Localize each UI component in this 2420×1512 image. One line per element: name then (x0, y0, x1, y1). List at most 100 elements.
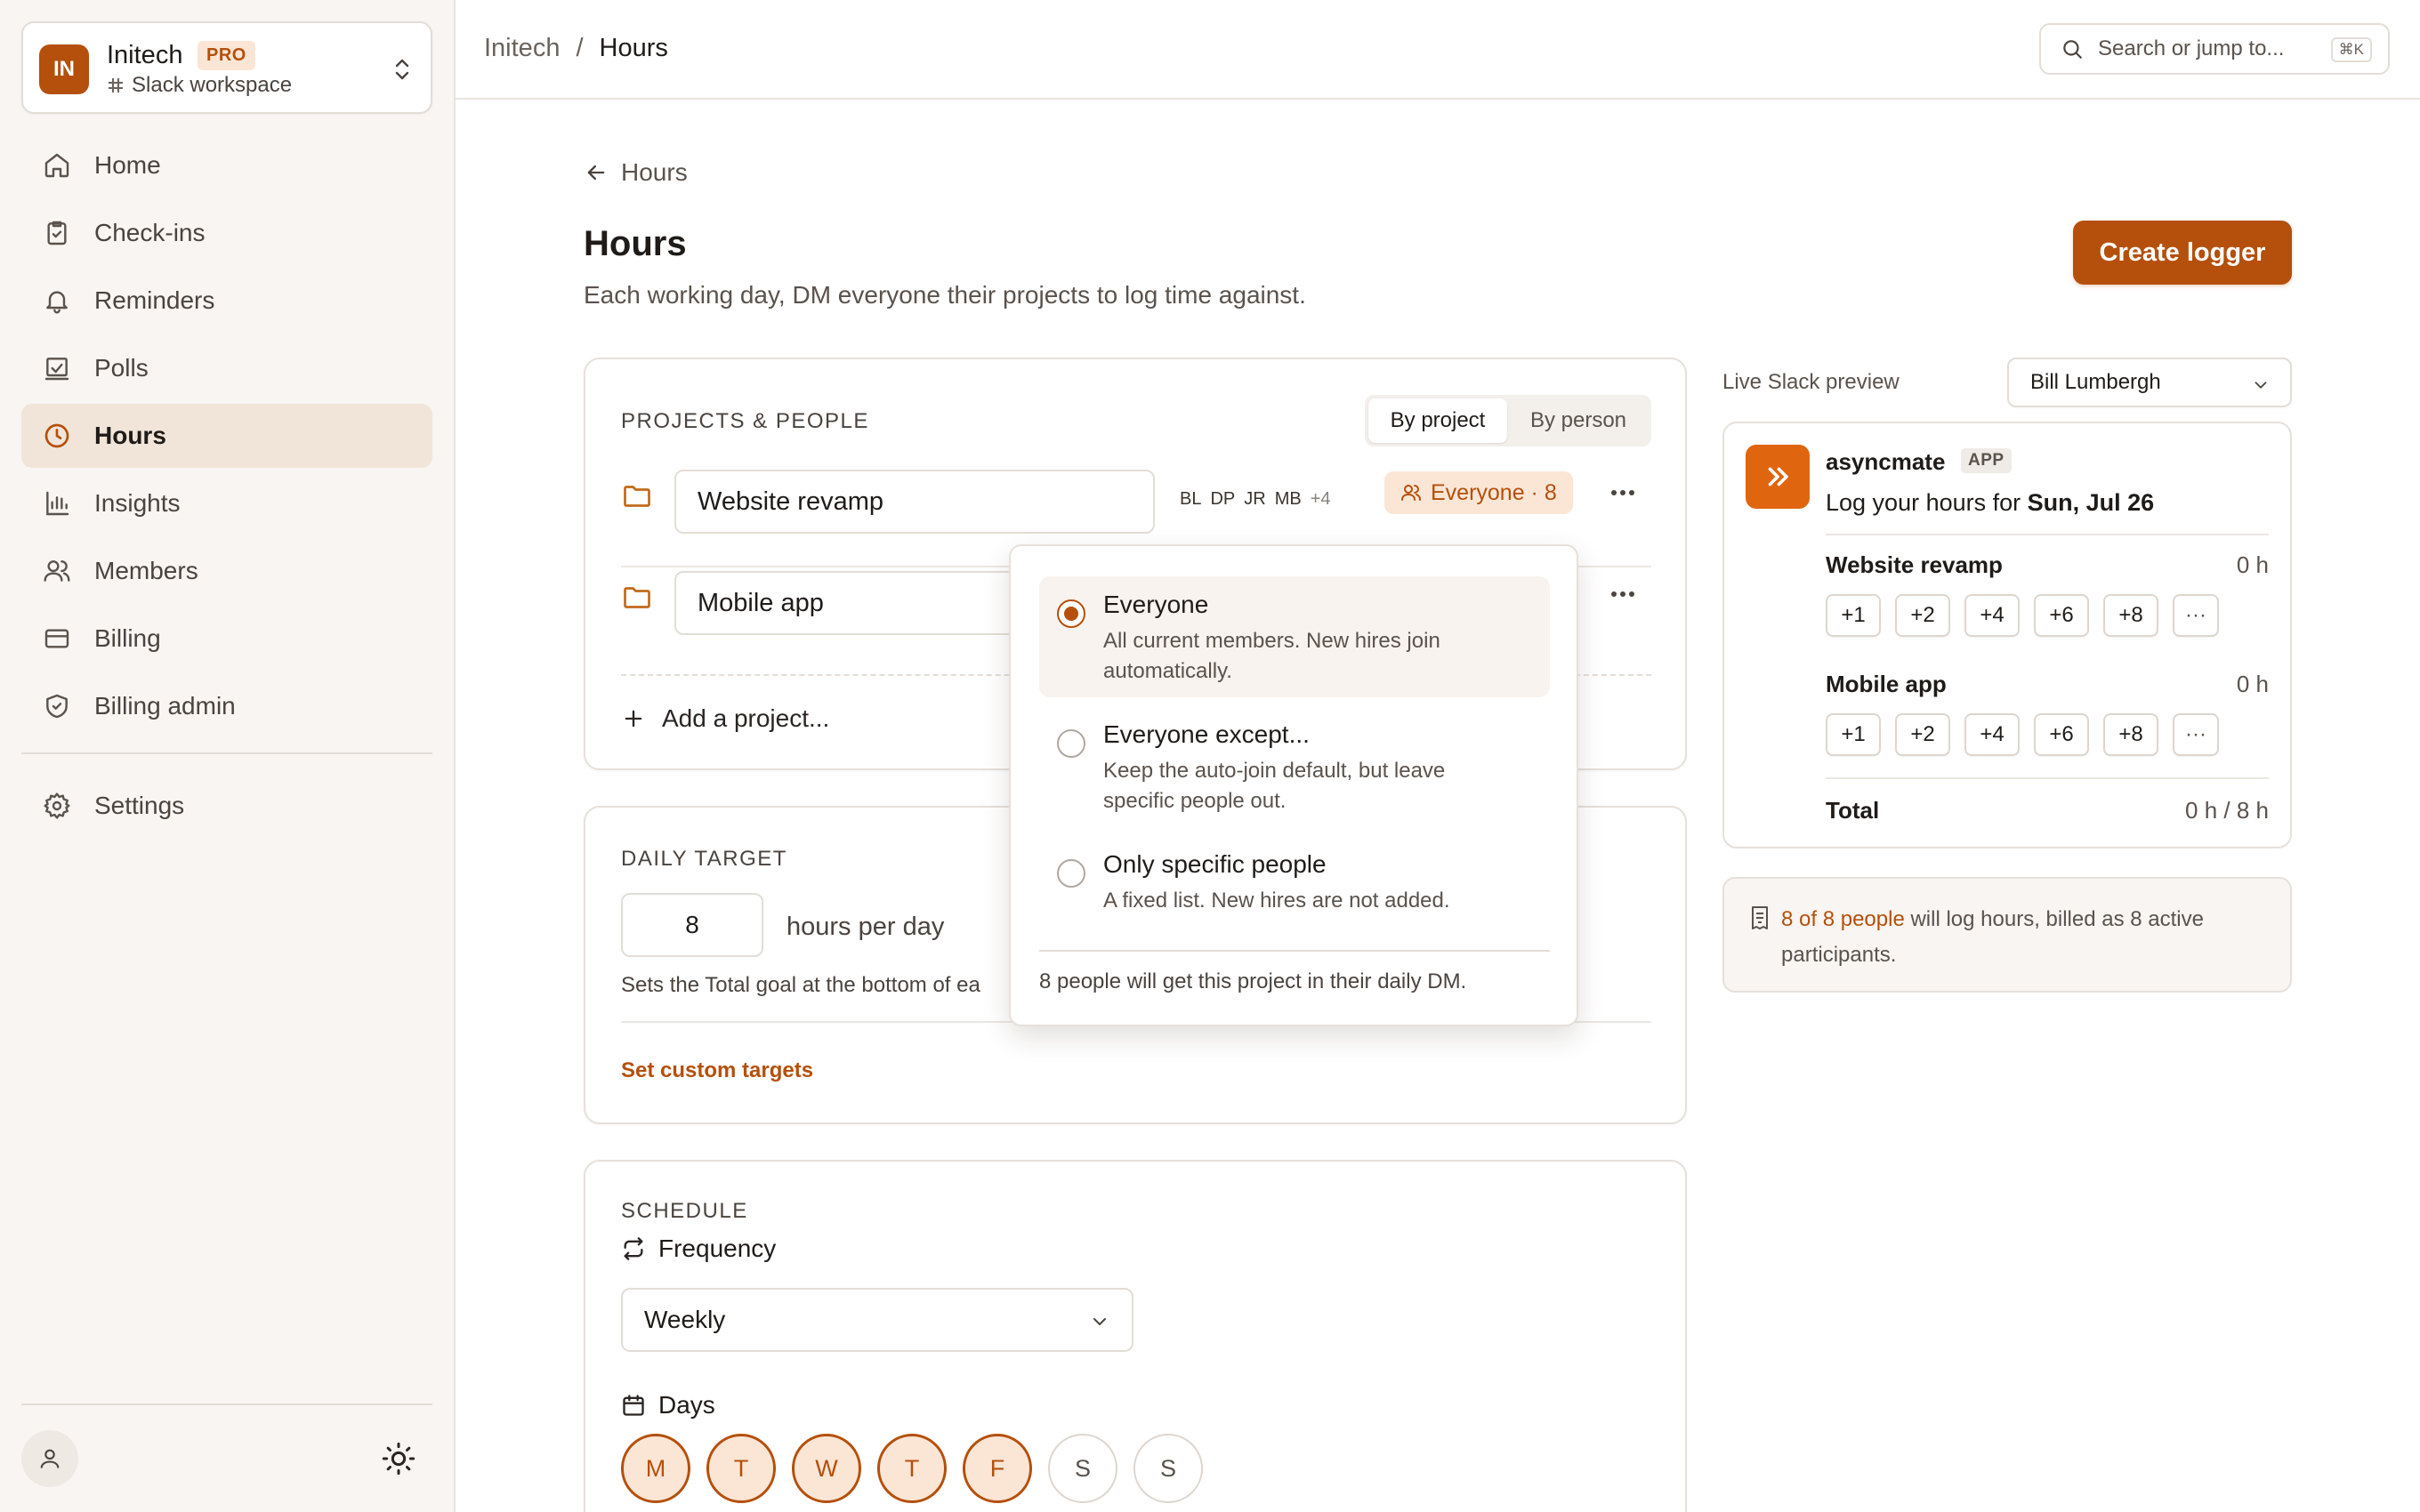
search-placeholder: Search or jump to... (2098, 36, 2285, 60)
sidebar-item-billing[interactable]: Billing (21, 607, 432, 671)
radio-selected[interactable] (1057, 599, 1085, 628)
sidebar-item-home[interactable]: Home (21, 133, 432, 197)
preview-project-name: Website revamp (1826, 551, 2003, 578)
hour-chip-more[interactable]: ··· (2173, 713, 2219, 756)
chevrons-right-icon (1768, 467, 1788, 487)
hour-chip[interactable]: +1 (1826, 713, 1881, 756)
create-logger-button[interactable]: Create logger (2073, 221, 2292, 285)
preview-person-select[interactable]: Bill Lumbergh (2007, 358, 2292, 407)
audience-option-everyone-except[interactable]: Everyone except... Keep the auto-join de… (1039, 706, 1550, 827)
set-custom-targets-link[interactable]: Set custom targets (621, 1058, 813, 1083)
breadcrumb-current: Hours (599, 34, 668, 62)
slack-icon (107, 76, 125, 94)
billing-note-text: 8 of 8 people will log hours, billed as … (1781, 902, 2271, 973)
toggle-by-person[interactable]: By person (1509, 398, 1648, 443)
back-link[interactable]: Hours (584, 158, 688, 187)
preview-divider (1826, 777, 2269, 779)
project-name-input[interactable]: Website revamp (674, 470, 1155, 534)
hour-chip-row: +1 +2 +4 +6 +8 ··· (1826, 713, 2219, 756)
avatar[interactable] (21, 1430, 78, 1487)
option-title: Everyone except... (1103, 720, 1310, 748)
more-icon[interactable] (1609, 589, 1637, 599)
radio-unselected[interactable] (1057, 729, 1085, 758)
preview-message: Log your hours for Sun, Jul 26 (1826, 489, 2154, 517)
sidebar-item-members[interactable]: Members (21, 539, 432, 603)
workspace-name: Initech (107, 41, 183, 69)
sidebar-item-label: Check-ins (94, 219, 206, 246)
radio-unselected[interactable] (1057, 859, 1085, 888)
hour-chip[interactable]: +8 (2103, 713, 2158, 756)
poll-icon (41, 352, 73, 384)
day-picker: M T W T F S S (621, 1434, 1203, 1503)
audience-option-specific-people[interactable]: Only specific people A fixed list. New h… (1039, 836, 1550, 934)
sun-icon[interactable] (381, 1441, 416, 1476)
sidebar-item-label: Hours (94, 422, 166, 449)
daily-hours-input[interactable]: 8 (621, 893, 763, 957)
project-member-avatars[interactable]: BL DP JR MB +4 (1180, 489, 1331, 510)
view-toggle: By project By person (1365, 395, 1651, 446)
day-toggle-thu[interactable]: T (877, 1434, 947, 1503)
sidebar-item-settings[interactable]: Settings (21, 774, 432, 838)
search-input[interactable]: Search or jump to... ⌘K (2039, 23, 2390, 75)
workspace-subtitle: Slack workspace (107, 73, 292, 98)
folder-icon (621, 480, 653, 512)
hour-chip[interactable]: +8 (2103, 594, 2158, 637)
sidebar-item-hours[interactable]: Hours (21, 404, 432, 468)
schedule-card: SCHEDULE Frequency Weekly Days M T W T F… (584, 1160, 1687, 1512)
add-project-button[interactable]: Add a project... (621, 704, 829, 733)
billing-note-highlight[interactable]: 8 of 8 people (1781, 907, 1905, 931)
shield-icon (41, 690, 73, 722)
day-toggle-sat[interactable]: S (1048, 1434, 1117, 1503)
section-label: SCHEDULE (621, 1199, 748, 1223)
day-toggle-wed[interactable]: W (792, 1434, 861, 1503)
sidebar: IN Initech PRO Slack workspace Home Chec… (0, 0, 456, 1512)
day-toggle-mon[interactable]: M (621, 1434, 690, 1503)
audience-option-everyone[interactable]: Everyone All current members. New hires … (1039, 576, 1550, 697)
day-toggle-sun[interactable]: S (1133, 1434, 1203, 1503)
hour-chip-more[interactable]: ··· (2173, 594, 2219, 637)
day-toggle-fri[interactable]: F (963, 1434, 1032, 1503)
clock-icon (41, 420, 73, 452)
audience-button[interactable]: Everyone · 8 (1384, 471, 1573, 514)
hour-chip[interactable]: +4 (1964, 713, 2020, 756)
day-toggle-tue[interactable]: T (706, 1434, 776, 1503)
option-title: Everyone (1103, 591, 1209, 618)
preview-label: Live Slack preview (1722, 370, 1900, 394)
sidebar-item-reminders[interactable]: Reminders (21, 269, 432, 333)
sidebar-item-polls[interactable]: Polls (21, 336, 432, 400)
receipt-icon (1749, 905, 1771, 930)
preview-total-value: 0 h / 8 h (2185, 797, 2269, 824)
sidebar-item-label: Billing (94, 624, 161, 652)
home-icon (41, 149, 73, 181)
page-title: Hours (584, 224, 687, 263)
sidebar-item-billing-admin[interactable]: Billing admin (21, 674, 432, 738)
workspace-switcher[interactable]: IN Initech PRO Slack workspace (21, 21, 432, 114)
message-prefix: Log your hours for (1826, 489, 2021, 516)
sidebar-item-check-ins[interactable]: Check-ins (21, 201, 432, 265)
hour-chip[interactable]: +2 (1895, 594, 1950, 637)
frequency-label-text: Frequency (658, 1235, 777, 1262)
daily-target-helper: Sets the Total goal at the bottom of ea (621, 973, 980, 997)
member-overflow-count: +4 (1310, 489, 1331, 509)
sidebar-item-label: Reminders (94, 286, 215, 314)
breadcrumb-root[interactable]: Initech (484, 34, 560, 63)
hour-chip[interactable]: +2 (1895, 713, 1950, 756)
frequency-select[interactable]: Weekly (621, 1288, 1133, 1352)
back-link-label: Hours (621, 158, 688, 186)
toggle-by-project[interactable]: By project (1368, 398, 1507, 443)
sidebar-nav: Home Check-ins Reminders Polls Hours Ins… (21, 133, 432, 841)
more-icon[interactable] (1609, 487, 1637, 498)
sidebar-item-label: Members (94, 557, 198, 584)
hour-chip[interactable]: +6 (2034, 594, 2089, 637)
sidebar-item-label: Settings (94, 792, 185, 819)
hour-chip[interactable]: +1 (1826, 594, 1881, 637)
frequency-label: Frequency (621, 1235, 776, 1263)
hour-chip[interactable]: +6 (2034, 713, 2089, 756)
chevrons-updown-icon (391, 55, 413, 84)
chart-icon (41, 487, 73, 519)
card-icon (41, 623, 73, 655)
days-label-text: Days (658, 1391, 715, 1419)
page-subtitle: Each working day, DM everyone their proj… (584, 281, 1306, 309)
hour-chip[interactable]: +4 (1964, 594, 2020, 637)
sidebar-item-insights[interactable]: Insights (21, 471, 432, 535)
